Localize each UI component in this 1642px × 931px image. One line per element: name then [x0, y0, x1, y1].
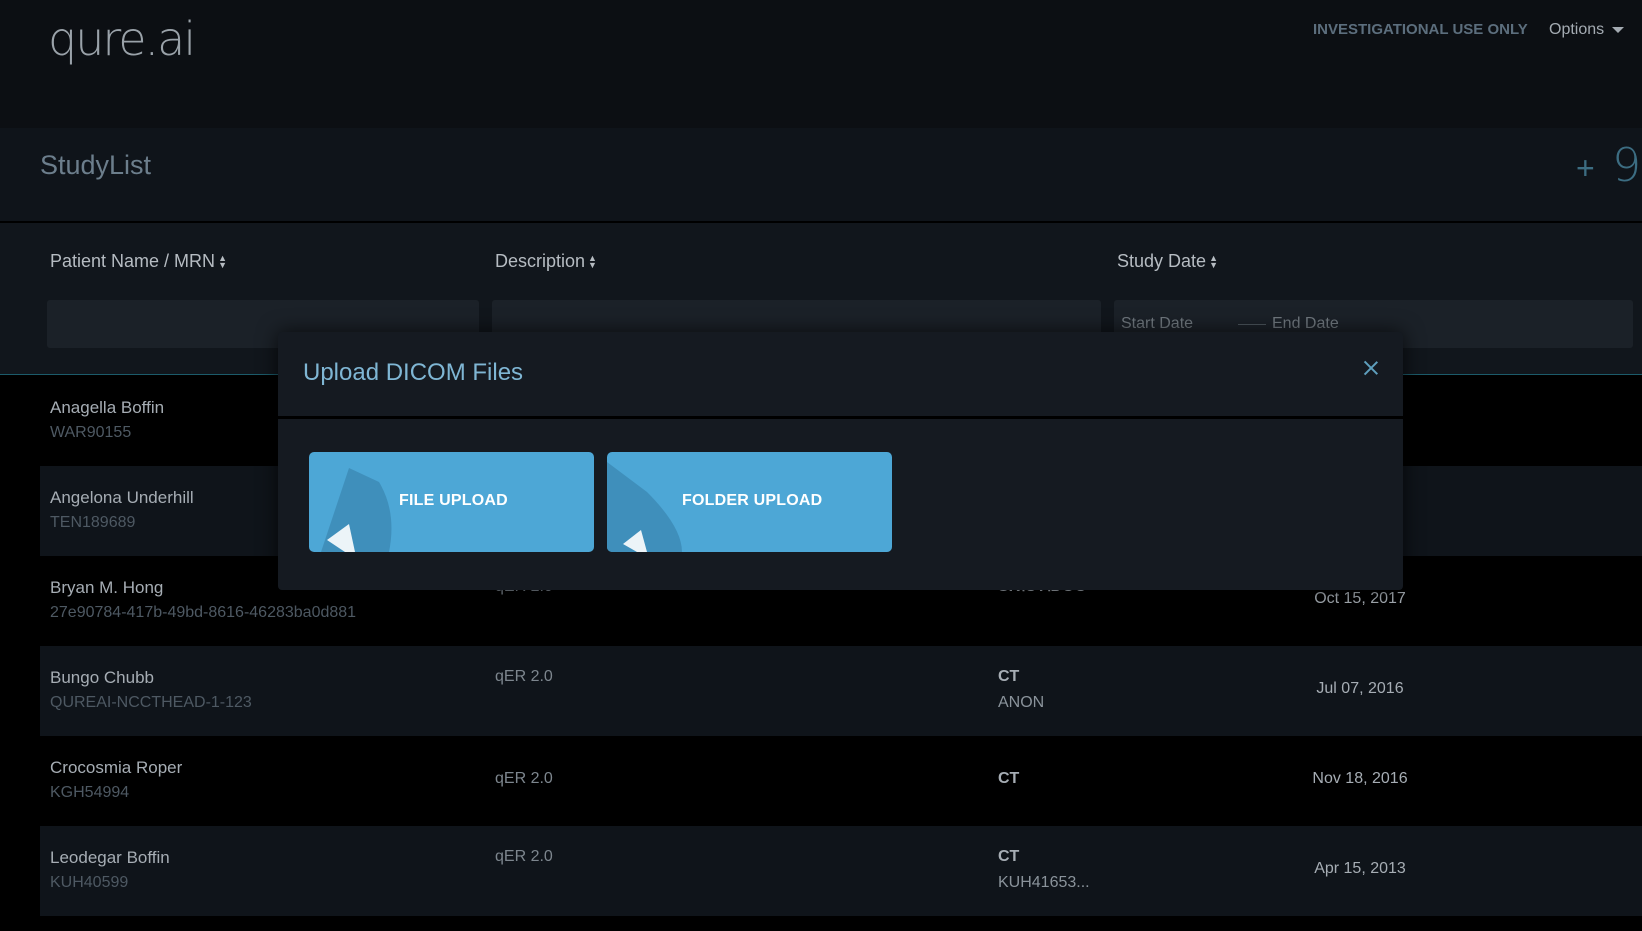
column-header-description-label: Description — [495, 251, 586, 271]
column-header-description[interactable]: Description ▲ ▼ — [495, 251, 597, 272]
investigational-notice: INVESTIGATIONAL USE ONLY — [1313, 21, 1528, 38]
dialog-header: Upload DICOM Files — [278, 332, 1403, 419]
studylist-header: StudyList + 9 — [0, 128, 1642, 223]
dialog-title: Upload DICOM Files — [303, 359, 524, 386]
study-date: Oct 15, 2017 — [1314, 590, 1406, 607]
study-modality: CT — [998, 668, 1020, 685]
logo: qure.ai — [48, 12, 196, 66]
upload-icon — [321, 468, 392, 552]
table-row[interactable]: Bungo Chubb QUREAI-NCCTHEAD-1-123 qER 2.… — [40, 646, 1642, 736]
study-description: qER 2.0 — [495, 848, 553, 865]
column-header-patient[interactable]: Patient Name / MRN ▲ ▼ — [50, 251, 227, 272]
upload-dialog: Upload DICOM Files FILE UPLOAD FOLDER UP… — [278, 332, 1403, 590]
start-date-input[interactable]: Start Date — [1121, 315, 1193, 333]
study-date: Nov 18, 2016 — [1312, 770, 1408, 787]
study-date: Jul 07, 2016 — [1316, 680, 1404, 697]
top-bar: qure.ai INVESTIGATIONAL USE ONLY Options — [0, 0, 1642, 128]
sort-icon[interactable]: ▲ ▼ — [1209, 254, 1218, 270]
patient-name: Angelona Underhill — [50, 488, 194, 507]
study-date: Apr 15, 2013 — [1314, 860, 1406, 877]
study-accession: KUH41653... — [998, 874, 1090, 891]
patient-name: Crocosmia Roper — [50, 758, 183, 777]
chevron-down-icon — [1612, 26, 1625, 33]
end-date-input[interactable]: End Date — [1272, 315, 1339, 333]
options-menu[interactable]: Options — [1549, 21, 1625, 39]
page-title: StudyList — [40, 150, 152, 180]
folder-upload-label: FOLDER UPLOAD — [682, 492, 823, 509]
sort-icon[interactable]: ▲ ▼ — [218, 254, 227, 270]
patient-name: Bungo Chubb — [50, 668, 154, 687]
file-upload-label: FILE UPLOAD — [399, 492, 508, 509]
close-icon[interactable] — [1360, 357, 1382, 379]
study-modality: CT — [998, 770, 1020, 787]
options-label: Options — [1549, 21, 1605, 38]
patient-mrn: TEN189689 — [50, 514, 136, 531]
arrow-right-icon — [1238, 324, 1266, 325]
folder-upload-button[interactable]: FOLDER UPLOAD — [607, 452, 892, 552]
column-header-patient-label: Patient Name / MRN — [50, 251, 216, 271]
table-row[interactable]: Crocosmia Roper KGH54994 qER 2.0 CT Nov … — [40, 736, 1642, 826]
patient-mrn: 27e90784-417b-49bd-8616-46283ba0d881 — [50, 604, 357, 621]
sort-icon[interactable]: ▲ ▼ — [588, 254, 597, 270]
study-description: qER 2.0 — [495, 770, 553, 787]
study-modality: CT — [998, 848, 1020, 865]
study-accession: ANON — [998, 694, 1045, 711]
study-count: 9 — [1612, 138, 1642, 192]
column-header-study-date[interactable]: Study Date ▲ ▼ — [1117, 251, 1218, 272]
patient-name: Bryan M. Hong — [50, 578, 164, 597]
patient-name: Leodegar Boffin — [50, 848, 170, 867]
study-description: qER 2.0 — [495, 668, 553, 685]
file-upload-button[interactable]: FILE UPLOAD — [309, 452, 594, 552]
patient-mrn: WAR90155 — [50, 424, 132, 441]
patient-name: Anagella Boffin — [50, 398, 165, 417]
patient-mrn: QUREAI-NCCTHEAD-1-123 — [50, 694, 252, 711]
add-study-icon[interactable]: + — [1576, 150, 1595, 187]
patient-mrn: KUH40599 — [50, 874, 129, 891]
table-row[interactable]: Leodegar Boffin KUH40599 qER 2.0 CT KUH4… — [40, 826, 1642, 916]
column-header-study-date-label: Study Date — [1117, 251, 1207, 271]
patient-mrn: KGH54994 — [50, 784, 130, 801]
